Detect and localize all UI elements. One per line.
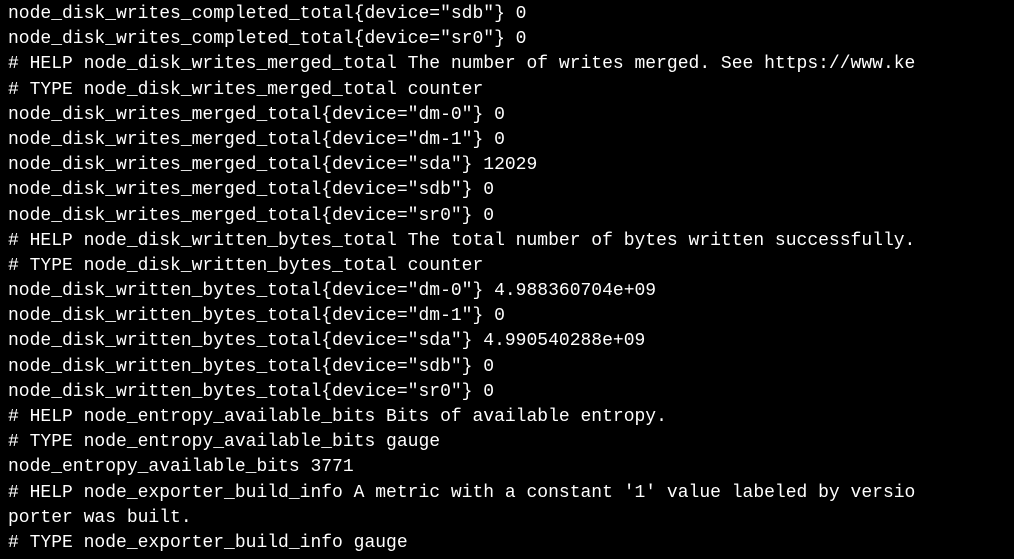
- help-comment-continuation: porter was built.: [8, 506, 1006, 531]
- metric-line: node_disk_writes_merged_total{device="sd…: [8, 153, 1006, 178]
- help-comment-line: # HELP node_exporter_build_info A metric…: [8, 481, 1006, 506]
- help-comment-line: # HELP node_disk_written_bytes_total The…: [8, 229, 1006, 254]
- metric-line: node_disk_written_bytes_total{device="sd…: [8, 329, 1006, 354]
- metric-line: node_disk_written_bytes_total{device="sr…: [8, 380, 1006, 405]
- type-comment-line: # TYPE node_entropy_available_bits gauge: [8, 430, 1006, 455]
- metric-line: node_disk_writes_merged_total{device="sr…: [8, 204, 1006, 229]
- metric-line: node_disk_writes_completed_total{device=…: [8, 2, 1006, 27]
- metric-line: node_disk_writes_merged_total{device="dm…: [8, 103, 1006, 128]
- help-comment-line: # HELP node_entropy_available_bits Bits …: [8, 405, 1006, 430]
- metric-line: node_entropy_available_bits 3771: [8, 455, 1006, 480]
- type-comment-line: # TYPE node_disk_written_bytes_total cou…: [8, 254, 1006, 279]
- type-comment-line: # TYPE node_exporter_build_info gauge: [8, 531, 1006, 556]
- help-comment-line: # HELP node_disk_writes_merged_total The…: [8, 52, 1006, 77]
- type-comment-line: # TYPE node_disk_writes_merged_total cou…: [8, 78, 1006, 103]
- metric-line: node_disk_written_bytes_total{device="dm…: [8, 304, 1006, 329]
- metric-line: node_disk_written_bytes_total{device="sd…: [8, 355, 1006, 380]
- metric-line: node_disk_writes_merged_total{device="sd…: [8, 178, 1006, 203]
- metric-line: node_disk_writes_merged_total{device="dm…: [8, 128, 1006, 153]
- metric-line: node_disk_writes_completed_total{device=…: [8, 27, 1006, 52]
- metric-line: node_disk_written_bytes_total{device="dm…: [8, 279, 1006, 304]
- terminal-output: node_disk_writes_completed_total{device=…: [8, 2, 1006, 556]
